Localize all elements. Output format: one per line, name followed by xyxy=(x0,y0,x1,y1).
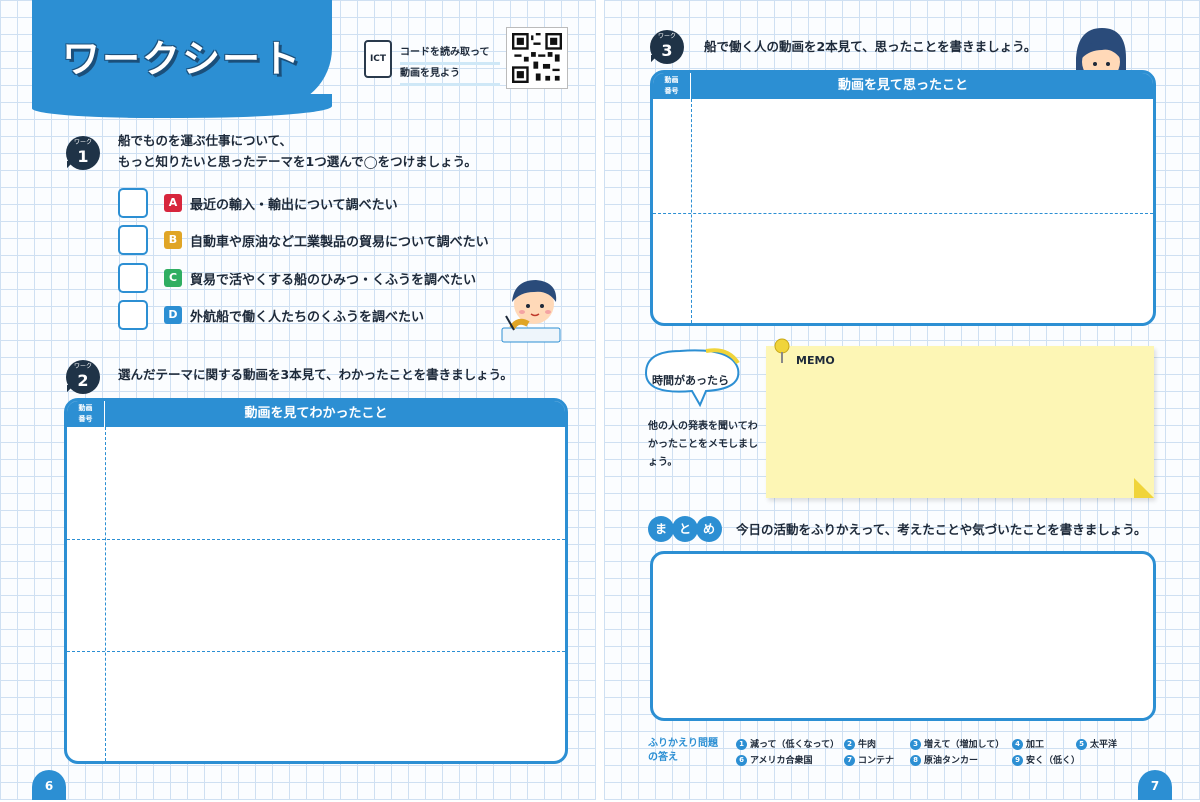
answer-number: 3 xyxy=(910,739,921,750)
work-3-badge-number: 3 xyxy=(661,41,673,60)
page-number-right: 7 xyxy=(1138,770,1172,800)
work-3-row-2-answer[interactable] xyxy=(697,217,1147,319)
review-answers-title: ふりかえり問題 の答え xyxy=(648,737,718,765)
work-2-prompt: 選んだテーマに関する動画を3本見て、わかったことを書きましょう。 xyxy=(118,367,513,382)
pushpin-icon xyxy=(774,338,790,363)
work-2-column-divider xyxy=(105,427,106,761)
work-3-prompt: 船で働く人の動画を2本見て、思ったことを書きましょう。 xyxy=(704,39,1037,54)
answer-text: 増えて（増加して） xyxy=(924,740,1005,750)
work-3-row-divider-1 xyxy=(653,213,1153,214)
answer-number: 5 xyxy=(1076,739,1087,750)
work-2-table: 動画を見てわかったこと 動画番号 xyxy=(64,398,568,764)
ict-icon-label: ICT xyxy=(369,54,387,64)
summary-prompt: 今日の活動をふりかえって、考えたことや気づいたことを書きましょう。 xyxy=(736,522,1147,537)
option-c: C 貿易で活やくする船のひみつ・くふうを調べたい xyxy=(118,263,558,293)
work-2-row-divider-1 xyxy=(67,539,565,540)
answer-number: 9 xyxy=(1012,755,1023,766)
qr-code-graphic xyxy=(512,33,562,83)
answer-item: 4 加工 xyxy=(1012,737,1044,750)
answer-text: 減って（低くなって） xyxy=(750,740,840,750)
answer-item: 5 太平洋 xyxy=(1076,737,1117,750)
answer-number: 8 xyxy=(910,755,921,766)
work-2-num-header-label: 動画番号 xyxy=(78,404,93,423)
review-answers-title-line-1: ふりかえり問題 xyxy=(648,738,718,749)
work-3-table-header: 動画を見て思ったこと xyxy=(653,73,1153,99)
summary-pill-2: と xyxy=(672,516,698,542)
work-2-row-2-answer[interactable] xyxy=(111,543,559,649)
work-2-num-header: 動画番号 xyxy=(67,401,105,427)
time-bubble-label: 時間があったら xyxy=(652,374,729,387)
answer-text: アメリカ合衆国 xyxy=(750,756,813,766)
answer-item: 2 牛肉 xyxy=(844,737,876,750)
work-1-badge-number: 1 xyxy=(77,147,89,166)
option-c-letter: C xyxy=(164,269,182,287)
answer-item: 9 安く（低く） xyxy=(1012,753,1080,766)
answer-number: 7 xyxy=(844,755,855,766)
writing-child-illustration xyxy=(501,280,561,343)
ict-instructions: コードを読み取って 動画を見よう xyxy=(400,44,500,86)
option-a-letter: A xyxy=(164,194,182,212)
answer-text: コンテナ xyxy=(858,756,895,766)
option-a-text: 最近の輸入・輸出について調べたい xyxy=(190,198,398,213)
answer-text: 牛肉 xyxy=(858,740,877,750)
work-3-badge: ワーク 3 xyxy=(650,30,684,64)
option-d-text: 外航船で働く人たちのくふうを調べたい xyxy=(190,310,425,325)
page-number-left: 6 xyxy=(32,770,66,800)
answer-item: 1 減って（低くなって） xyxy=(736,737,839,750)
option-d: D 外航船で働く人たちのくふうを調べたい xyxy=(118,300,558,330)
work-1-prompt-line-2: もっと知りたいと思ったテーマを1つ選んで◯をつけましょう。 xyxy=(118,154,477,169)
ict-line-2: 動画を見よう xyxy=(400,65,500,86)
work-2-badge: ワーク 2 xyxy=(66,360,100,394)
option-b-text: 自動車や原油など工業製品の貿易について調べたい xyxy=(190,235,489,250)
option-c-checkbox[interactable] xyxy=(118,263,148,293)
option-d-letter: D xyxy=(164,306,182,324)
answer-number: 4 xyxy=(1012,739,1023,750)
page-gutter xyxy=(596,0,604,800)
answer-item: 8 原油タンカー xyxy=(910,753,978,766)
qr-code[interactable] xyxy=(506,27,568,89)
summary-pill-3: め xyxy=(696,516,722,542)
option-a-checkbox[interactable] xyxy=(118,188,148,218)
work-2-badge-number: 2 xyxy=(77,371,89,390)
option-b: B 自動車や原油など工業製品の貿易について調べたい xyxy=(118,225,558,255)
answer-text: 原油タンカー xyxy=(924,756,979,766)
work-3-num-header-label: 動画番号 xyxy=(664,76,679,95)
answer-text: 安く（低く） xyxy=(1026,756,1081,766)
page-title: ワークシート xyxy=(62,37,303,81)
answer-number: 2 xyxy=(844,739,855,750)
memo-note[interactable]: MEMO xyxy=(766,338,1154,498)
option-b-checkbox[interactable] xyxy=(118,225,148,255)
answer-text: 太平洋 xyxy=(1090,740,1118,750)
work-3-num-header: 動画番号 xyxy=(653,73,691,99)
option-b-letter: B xyxy=(164,231,182,249)
answer-item: 3 増えて（増加して） xyxy=(910,737,1004,750)
work-1-prompt-line-1: 船でものを運ぶ仕事について、 xyxy=(118,133,293,148)
memo-fold xyxy=(1134,478,1154,498)
work-2-table-header: 動画を見てわかったこと xyxy=(67,401,565,427)
summary-heading: まとめ xyxy=(648,516,722,544)
work-2-row-3-answer[interactable] xyxy=(111,655,559,755)
summary-answer-box[interactable] xyxy=(650,551,1156,721)
work-1-badge: ワーク 1 xyxy=(66,136,100,170)
memo-label: MEMO xyxy=(796,354,835,367)
tablet-icon: ICT xyxy=(364,40,392,78)
work-1-prompt: 船でものを運ぶ仕事について、 もっと知りたいと思ったテーマを1つ選んで◯をつけま… xyxy=(118,130,477,172)
option-a: A 最近の輸入・輸出について調べたい xyxy=(118,188,558,218)
option-c-text: 貿易で活やくする船のひみつ・くふうを調べたい xyxy=(190,273,477,288)
work-2-row-divider-2 xyxy=(67,651,565,652)
ict-line-1: コードを読み取って xyxy=(400,44,500,65)
work-3-column-divider xyxy=(691,99,692,323)
work-3-row-1-answer[interactable] xyxy=(697,103,1147,209)
answer-item: 6 アメリカ合衆国 xyxy=(736,753,813,766)
review-answers-title-line-2: の答え xyxy=(648,752,678,763)
answer-number: 6 xyxy=(736,755,747,766)
answer-item: 7 コンテナ xyxy=(844,753,894,766)
answer-text: 加工 xyxy=(1026,740,1045,750)
work-3-table: 動画を見て思ったこと 動画番号 xyxy=(650,70,1156,326)
memo-description: 他の人の発表を聞いてわかったことをメモしましょう。 xyxy=(648,421,758,468)
summary-pill-1: ま xyxy=(648,516,674,542)
option-d-checkbox[interactable] xyxy=(118,300,148,330)
work-2-row-1-answer[interactable] xyxy=(111,431,559,537)
answer-number: 1 xyxy=(736,739,747,750)
